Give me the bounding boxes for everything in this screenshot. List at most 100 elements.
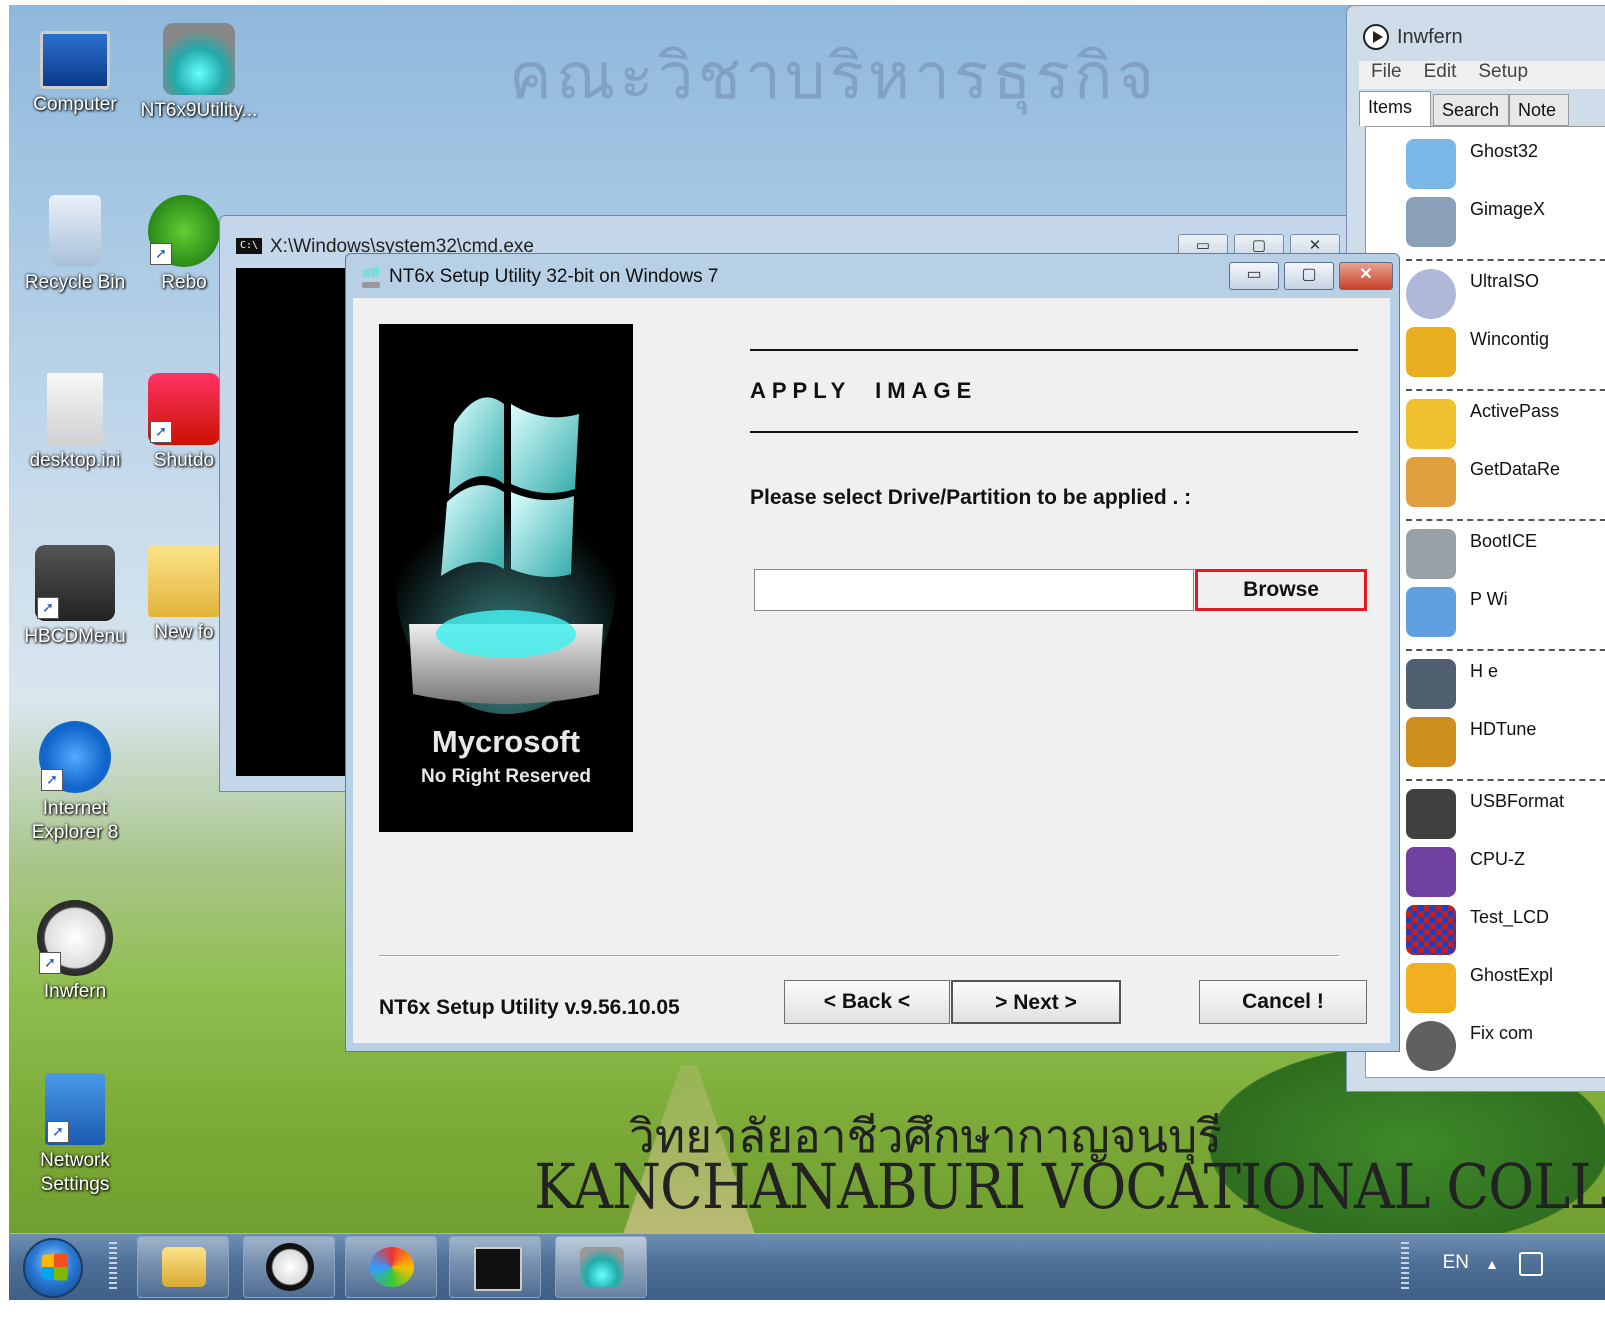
- tab-items[interactable]: Items: [1359, 91, 1431, 126]
- windows-logo-icon: [379, 324, 633, 724]
- heading-rule-top: [750, 349, 1358, 351]
- list-item[interactable]: GetDataRe: [1366, 453, 1605, 511]
- list-item[interactable]: HDTune: [1366, 713, 1605, 771]
- inwfern-title: Inwfern: [1397, 26, 1463, 48]
- tray-expand-icon[interactable]: ▲: [1485, 1256, 1499, 1272]
- defrag-icon: [1406, 327, 1456, 377]
- list-item[interactable]: GimageX: [1366, 193, 1605, 251]
- list-item[interactable]: BootICE: [1366, 525, 1605, 583]
- maximize-button[interactable]: ▢: [1284, 262, 1334, 290]
- desktop-icon-new-folder[interactable]: New fo: [139, 545, 229, 645]
- hero-brand: Mycrosoft: [431, 724, 581, 759]
- tab-note[interactable]: Note: [1509, 94, 1569, 126]
- list-item[interactable]: CPU-Z: [1366, 843, 1605, 901]
- inwfern-menubar: File Edit Setup: [1359, 61, 1605, 89]
- cancel-button[interactable]: Cancel !: [1199, 980, 1367, 1024]
- desktop-icon-shutdown[interactable]: ➚ Shutdo: [139, 373, 229, 473]
- data-recovery-icon: [1406, 457, 1456, 507]
- list-item[interactable]: GhostExpl: [1366, 959, 1605, 1017]
- list-item[interactable]: Fix com: [1366, 1017, 1605, 1075]
- setup-dialog-title: NT6x Setup Utility 32-bit on Windows 7: [389, 266, 719, 287]
- disc-icon: [1406, 269, 1456, 319]
- start-button[interactable]: [23, 1238, 83, 1298]
- desktop-icon-nt6-utility[interactable]: NT6x9Utility...: [139, 23, 259, 123]
- list-item[interactable]: Ghost32: [1366, 135, 1605, 193]
- desktop-icon-hbcdmenu[interactable]: ➚ HBCDMenu: [15, 545, 135, 649]
- usb-icon: [1406, 789, 1456, 839]
- list-divider: [1406, 649, 1605, 651]
- internet-explorer-icon: ➚: [39, 721, 111, 793]
- reboot-icon: ➚: [148, 195, 220, 267]
- back-button[interactable]: < Back <: [784, 980, 950, 1024]
- drive-path-input[interactable]: [754, 569, 1194, 611]
- taskbar-inwfern-button[interactable]: [243, 1236, 335, 1298]
- heading-rule-bottom: [750, 431, 1358, 433]
- desktop-icon-desktop-ini[interactable]: desktop.ini: [15, 373, 135, 473]
- list-item[interactable]: H e: [1366, 655, 1605, 713]
- tray-grip: [1401, 1242, 1409, 1292]
- tab-search[interactable]: Search: [1433, 94, 1509, 126]
- list-item[interactable]: Test_LCD: [1366, 901, 1605, 959]
- menu-edit[interactable]: Edit: [1424, 61, 1457, 82]
- list-divider: [1406, 389, 1605, 391]
- nt6-utility-icon: [163, 23, 235, 95]
- language-indicator[interactable]: EN: [1443, 1252, 1469, 1274]
- nt6-utility-icon: [580, 1247, 624, 1287]
- taskbar: EN ▲: [9, 1233, 1605, 1300]
- taskbar-grip: [109, 1242, 117, 1292]
- wallpaper-college-text: KANCHANABURI VOCATIONAL COLLEGE: [534, 1151, 1605, 1224]
- desktop-icon-computer[interactable]: Computer: [15, 23, 135, 117]
- setup-window-controls: ▭ ▢ ✕: [1224, 262, 1393, 290]
- network-icon: ➚: [45, 1073, 105, 1145]
- shutdown-icon: ➚: [148, 373, 220, 445]
- hard-disk-icon: [1406, 659, 1456, 709]
- play-icon: ➚: [37, 900, 113, 976]
- ghost-explorer-icon: [1406, 963, 1456, 1013]
- taskbar-paint-button[interactable]: [345, 1236, 437, 1298]
- cmd-icon: C:\: [236, 238, 262, 254]
- list-divider: [1406, 519, 1605, 521]
- list-item[interactable]: USBFormat: [1366, 785, 1605, 843]
- taskbar-explorer-button[interactable]: [137, 1236, 229, 1298]
- nt6-app-icon: [362, 266, 380, 288]
- cmd-icon: [474, 1247, 522, 1291]
- close-button[interactable]: ✕: [1339, 262, 1393, 290]
- list-item[interactable]: P Wi: [1366, 583, 1605, 641]
- next-button[interactable]: > Next >: [951, 980, 1121, 1024]
- hdtune-icon: [1406, 717, 1456, 767]
- network-tray-icon[interactable]: [1519, 1252, 1543, 1276]
- taskbar-nt6-button[interactable]: [555, 1236, 647, 1298]
- imagex-icon: [1406, 197, 1456, 247]
- desktop-icon-recycle-bin[interactable]: Recycle Bin: [15, 195, 135, 295]
- folder-icon: [148, 545, 220, 617]
- footer-divider-highlight: [379, 956, 1339, 957]
- tools-icon: ➚: [35, 545, 115, 621]
- menu-file[interactable]: File: [1371, 61, 1402, 82]
- ghost-icon: [1406, 139, 1456, 189]
- setup-dialog-body: Mycrosoft No Right Reserved APPLY IMAGE …: [353, 298, 1390, 1043]
- desktop-icon-inwfern[interactable]: ➚ Inwfern: [15, 900, 135, 1004]
- desktop-icon-internet-explorer[interactable]: ➚ Internet Explorer 8: [15, 721, 135, 845]
- desktop-icon-network-settings[interactable]: ➚ Network Settings: [15, 1073, 135, 1197]
- key-icon: [1406, 399, 1456, 449]
- lcd-test-icon: [1406, 905, 1456, 955]
- partition-icon: [1406, 587, 1456, 637]
- browse-button[interactable]: Browse: [1195, 569, 1367, 611]
- menu-setup[interactable]: Setup: [1478, 61, 1528, 82]
- hero-subtitle: No Right Reserved: [421, 766, 591, 787]
- recycle-bin-icon: [49, 195, 101, 267]
- list-item[interactable]: Wincontig: [1366, 323, 1605, 381]
- file-explorer-icon: [162, 1247, 206, 1287]
- gear-icon: [1406, 1021, 1456, 1071]
- taskbar-cmd-button[interactable]: [449, 1236, 541, 1298]
- drive-prompt: Please select Drive/Partition to be appl…: [750, 486, 1192, 509]
- setup-dialog[interactable]: NT6x Setup Utility 32-bit on Windows 7 ▭…: [345, 253, 1400, 1052]
- list-divider: [1406, 259, 1605, 261]
- inwfern-play-icon: [1363, 24, 1389, 50]
- list-item[interactable]: UltraISO: [1366, 265, 1605, 323]
- list-item[interactable]: ActivePass: [1366, 395, 1605, 453]
- desktop-icon-reboot[interactable]: ➚ Rebo: [139, 195, 229, 295]
- minimize-button[interactable]: ▭: [1229, 262, 1279, 290]
- cpu-icon: [1406, 847, 1456, 897]
- version-label: NT6x Setup Utility v.9.56.10.05: [379, 996, 680, 1019]
